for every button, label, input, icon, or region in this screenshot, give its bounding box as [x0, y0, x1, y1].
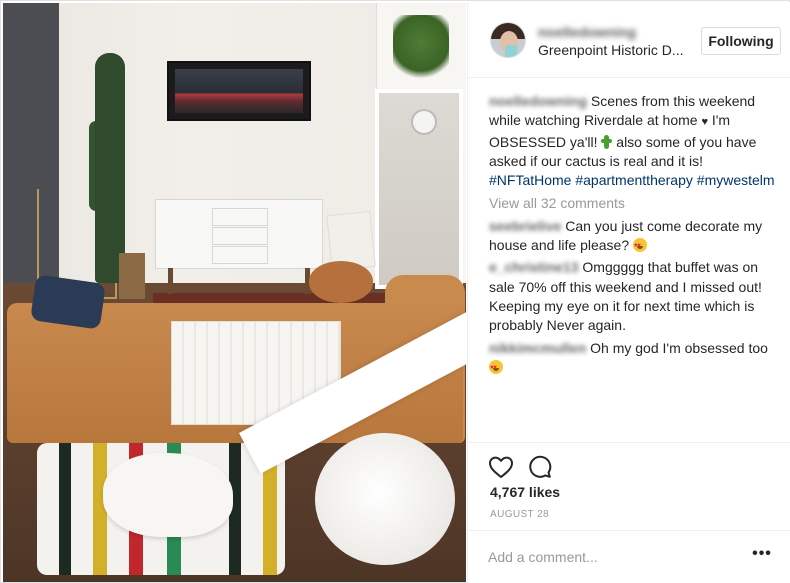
- heart-eyes-emoji-icon: [489, 359, 503, 378]
- comment-text: Oh my god I'm obsessed too: [590, 339, 768, 356]
- view-all-comments-link[interactable]: View all 32 comments: [489, 194, 777, 213]
- photo-tv-screen: [175, 69, 303, 113]
- ellipsis-icon[interactable]: •••: [750, 546, 774, 567]
- instagram-post: noelledowning Greenpoint Historic D... F…: [0, 0, 790, 583]
- heart-outline-icon[interactable]: [488, 455, 514, 479]
- cactus-emoji-icon: [601, 134, 613, 149]
- speech-bubble-icon[interactable]: [528, 455, 552, 479]
- photo-pot: [119, 253, 145, 299]
- comments-section: noelledowning Scenes from this weekend w…: [489, 92, 777, 378]
- hashtag-link[interactable]: #apartmenttherapy: [575, 172, 693, 188]
- comment-username[interactable]: nikkimcmullen: [489, 340, 586, 356]
- heart-eyes-emoji-icon: [633, 237, 647, 256]
- photo-cactus: [95, 53, 125, 283]
- comment-item: e_christine13 Omggggg that buffet was on…: [489, 258, 777, 335]
- photo-drawer: [212, 227, 268, 245]
- post-side-panel: noelledowning Greenpoint Historic D... F…: [467, 2, 790, 583]
- post-header: noelledowning Greenpoint Historic D... F…: [468, 2, 790, 78]
- photo-cushion: [30, 274, 106, 330]
- photo-drawer: [212, 246, 268, 264]
- speech-bubble-svg: [529, 455, 552, 478]
- action-bar: [468, 442, 790, 484]
- hashtag-link[interactable]: #NFTatHome: [489, 172, 571, 188]
- post-photo[interactable]: [3, 3, 466, 582]
- photo-leather-pouf: [309, 261, 373, 303]
- heart-outline-svg: [489, 456, 513, 478]
- photo-clock: [411, 109, 437, 135]
- caption: noelledowning Scenes from this weekend w…: [489, 92, 777, 190]
- following-button[interactable]: Following: [701, 27, 781, 55]
- avatar-mug: [505, 45, 517, 57]
- photo-white-pouf: [315, 433, 455, 565]
- location-link[interactable]: Greenpoint Historic D...: [538, 42, 684, 58]
- photo-hanging-plant: [393, 15, 449, 85]
- photo-dog: [103, 453, 233, 537]
- avatar[interactable]: [490, 22, 526, 58]
- header-username[interactable]: noelledowning: [538, 24, 636, 40]
- comment-item: nikkimcmullen Oh my god I'm obsessed too: [489, 339, 777, 378]
- photo-sideboard: [155, 199, 323, 294]
- caption-username[interactable]: noelledowning: [489, 93, 587, 109]
- comment-username[interactable]: seebrielive: [489, 218, 561, 234]
- comment-item: seebrielive Can you just come decorate m…: [489, 217, 777, 257]
- comment-username[interactable]: e_christine13: [489, 259, 579, 275]
- photo-drawer: [212, 208, 268, 226]
- photo-leg: [168, 268, 173, 294]
- photo-tv: [167, 61, 311, 121]
- post-date[interactable]: AUGUST 28: [490, 509, 549, 520]
- add-comment-row: •••: [468, 530, 790, 583]
- likes-count[interactable]: 4,767 likes: [490, 484, 560, 500]
- hashtag-link[interactable]: #mywestelm: [697, 172, 775, 188]
- add-comment-input[interactable]: [488, 547, 738, 567]
